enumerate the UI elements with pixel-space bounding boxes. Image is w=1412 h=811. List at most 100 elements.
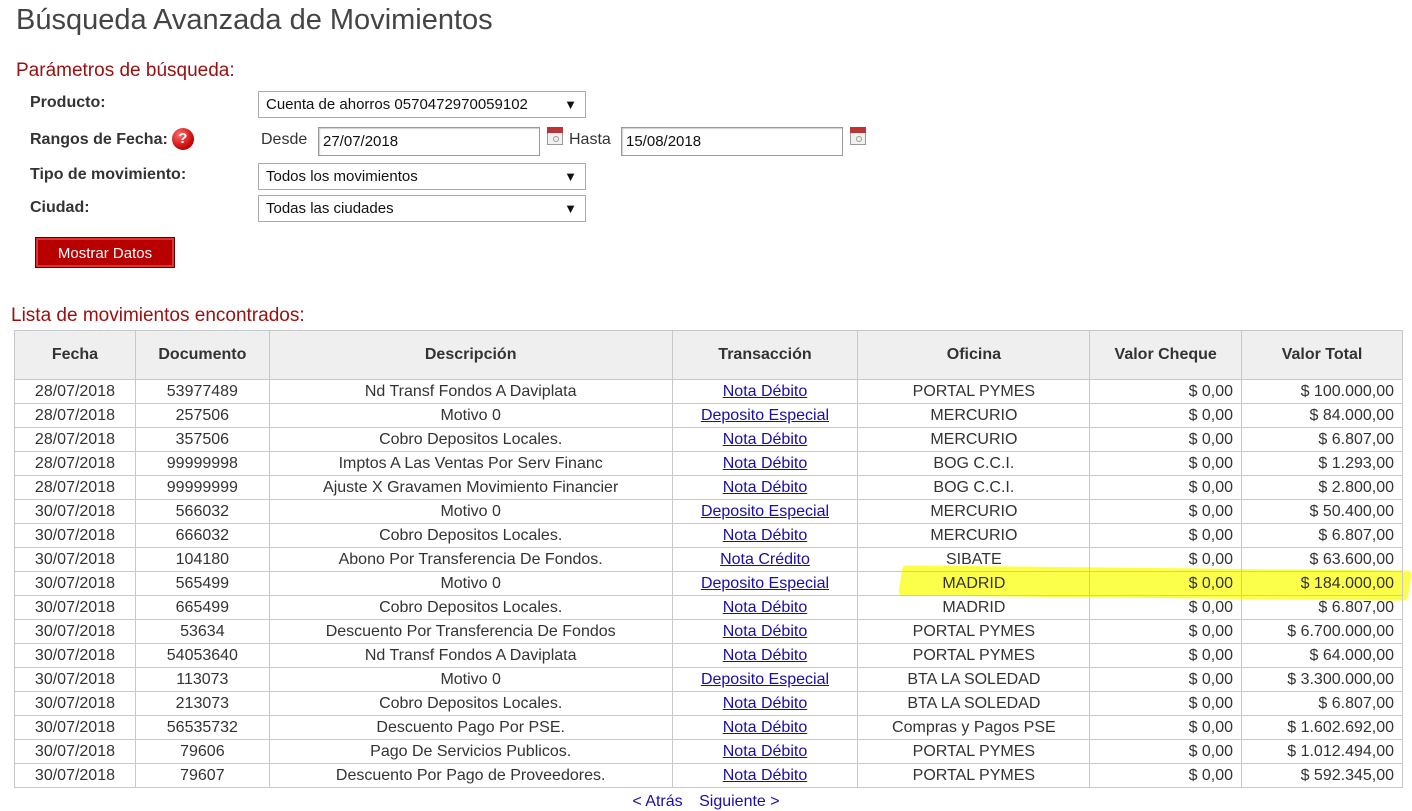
transaction-link[interactable]: Nota Débito — [723, 719, 808, 736]
transaction-link[interactable]: Deposito Especial — [701, 575, 829, 592]
cell-transaction: Deposito Especial — [671, 667, 859, 692]
cell-check-value: $ 0,00 — [1089, 475, 1243, 500]
transaction-link[interactable]: Deposito Especial — [701, 671, 829, 688]
table-row: 28/07/2018 99999998 Imptos A Las Ventas Po… — [14, 451, 1403, 476]
cell-document: 54053640 — [134, 643, 270, 668]
column-header[interactable]: Descripción — [268, 330, 673, 380]
cell-office: BTA LA SOLEDAD — [857, 667, 1091, 692]
date-from-input[interactable]: 27/07/2018 — [318, 127, 540, 156]
table-row: 30/07/2018 54053640 Nd Transf Fondos A Dav… — [14, 643, 1403, 668]
cell-office: PORTAL PYMES — [857, 619, 1091, 644]
cell-document: 99999999 — [134, 475, 270, 500]
transaction-link[interactable]: Nota Débito — [723, 527, 808, 544]
cell-description: Imptos A Las Ventas Por Serv Financ — [268, 451, 673, 476]
to-label: Hasta — [569, 131, 611, 148]
table-row: 30/07/2018 53634 Descuento Por Transferenc… — [14, 619, 1403, 644]
page-title: Búsqueda Avanzada de Movimientos — [16, 4, 493, 36]
cell-date: 30/07/2018 — [14, 643, 136, 668]
cell-transaction: Nota Débito — [671, 379, 859, 404]
city-select-value: Todas las ciudades — [266, 200, 394, 217]
transaction-link[interactable]: Nota Crédito — [720, 551, 810, 568]
transaction-link[interactable]: Nota Débito — [723, 623, 808, 640]
transaction-link[interactable]: Deposito Especial — [701, 503, 829, 520]
table-row: 28/07/2018 99999999 Ajuste X Gravamen Movi… — [14, 475, 1403, 500]
transaction-link[interactable]: Nota Débito — [723, 383, 808, 400]
date-to-input[interactable]: 15/08/2018 — [621, 127, 843, 156]
help-icon[interactable]: ? — [171, 128, 194, 150]
show-data-button[interactable]: Mostrar Datos — [35, 237, 175, 268]
city-select[interactable]: Todas las ciudades ▼ — [258, 195, 586, 222]
cell-transaction: Nota Débito — [671, 691, 859, 716]
cell-description: Motivo 0 — [268, 499, 673, 524]
chevron-down-icon: ▼ — [564, 169, 577, 184]
cell-document: 665499 — [134, 595, 270, 620]
cell-check-value: $ 0,00 — [1089, 619, 1243, 644]
cell-description: Abono Por Transferencia De Fondos. — [268, 547, 673, 572]
transaction-link[interactable]: Nota Débito — [723, 479, 808, 496]
results-section-title: Lista de movimientos encontrados: — [11, 305, 305, 326]
column-header[interactable]: Oficina — [857, 330, 1091, 380]
cell-check-value: $ 0,00 — [1089, 667, 1243, 692]
cell-office: SIBATE — [857, 547, 1091, 572]
transaction-link[interactable]: Nota Débito — [723, 647, 808, 664]
calendar-icon[interactable] — [850, 127, 866, 145]
cell-date: 30/07/2018 — [14, 763, 136, 788]
cell-transaction: Nota Crédito — [671, 547, 859, 572]
cell-document: 56535732 — [134, 715, 270, 740]
transaction-link[interactable]: Nota Débito — [723, 743, 808, 760]
cell-date: 28/07/2018 — [14, 379, 136, 404]
transaction-link[interactable]: Nota Débito — [723, 431, 808, 448]
cell-office: MERCURIO — [857, 523, 1091, 548]
table-row: 30/07/2018 56535732 Descuento Pago Por PSE… — [14, 715, 1403, 740]
cell-total-value: $ 6.807,00 — [1241, 691, 1403, 716]
table-row: 30/07/2018 113073 Motivo 0 Deposito Especia… — [14, 667, 1403, 692]
cell-office: PORTAL PYMES — [857, 643, 1091, 668]
cell-description: Descuento Pago Por PSE. — [268, 715, 673, 740]
cell-office: PORTAL PYMES — [857, 379, 1091, 404]
cell-check-value: $ 0,00 — [1089, 763, 1243, 788]
transaction-link[interactable]: Nota Débito — [723, 455, 808, 472]
column-header[interactable]: Documento — [134, 330, 270, 380]
cell-description: Cobro Depositos Locales. — [268, 427, 673, 452]
column-header[interactable]: Valor Total — [1241, 330, 1403, 380]
transaction-link[interactable]: Nota Débito — [723, 767, 808, 784]
column-header[interactable]: Fecha — [14, 330, 136, 380]
transaction-link[interactable]: Nota Débito — [723, 695, 808, 712]
cell-description: Nd Transf Fondos A Daviplata — [268, 643, 673, 668]
cell-description: Pago De Servicios Publicos. — [268, 739, 673, 764]
transaction-link[interactable]: Deposito Especial — [701, 407, 829, 424]
table-row: 30/07/2018 213073 Cobro Depositos Locales.… — [14, 691, 1403, 716]
cell-total-value: $ 50.400,00 — [1241, 499, 1403, 524]
cell-office: MERCURIO — [857, 499, 1091, 524]
next-page-link[interactable]: Siguiente > — [699, 793, 780, 810]
cell-office: MERCURIO — [857, 427, 1091, 452]
cell-document: 79607 — [134, 763, 270, 788]
column-header[interactable]: Valor Cheque — [1089, 330, 1243, 380]
product-select[interactable]: Cuenta de ahorros 0570472970059102 ▼ — [258, 91, 586, 118]
cell-total-value: $ 184.000,00 — [1241, 571, 1403, 596]
cell-date: 30/07/2018 — [14, 499, 136, 524]
cell-office: BTA LA SOLEDAD — [857, 691, 1091, 716]
transaction-link[interactable]: Nota Débito — [723, 599, 808, 616]
cell-total-value: $ 6.700.000,00 — [1241, 619, 1403, 644]
column-header[interactable]: Transacción — [671, 330, 859, 380]
calendar-icon[interactable] — [547, 127, 563, 145]
table-header-row: Fecha Documento Descripción Transacción … — [14, 330, 1403, 380]
cell-check-value: $ 0,00 — [1089, 691, 1243, 716]
cell-date: 30/07/2018 — [14, 571, 136, 596]
date-range-label: Rangos de Fecha: — [30, 131, 168, 149]
table-row: 30/07/2018 665499 Cobro Depositos Locales.… — [14, 595, 1403, 620]
table-row: 30/07/2018 566032 Motivo 0 Deposito Especia… — [14, 499, 1403, 524]
cell-check-value: $ 0,00 — [1089, 571, 1243, 596]
prev-page-link[interactable]: < Atrás — [632, 793, 682, 810]
cell-document: 113073 — [134, 667, 270, 692]
cell-total-value: $ 6.807,00 — [1241, 427, 1403, 452]
cell-check-value: $ 0,00 — [1089, 715, 1243, 740]
cell-document: 357506 — [134, 427, 270, 452]
cell-check-value: $ 0,00 — [1089, 427, 1243, 452]
movement-type-select[interactable]: Todos los movimientos ▼ — [258, 163, 586, 190]
table-row: 30/07/2018 666032 Cobro Depositos Locales.… — [14, 523, 1403, 548]
cell-transaction: Nota Débito — [671, 475, 859, 500]
cell-total-value: $ 3.300.000,00 — [1241, 667, 1403, 692]
cell-total-value: $ 63.600,00 — [1241, 547, 1403, 572]
